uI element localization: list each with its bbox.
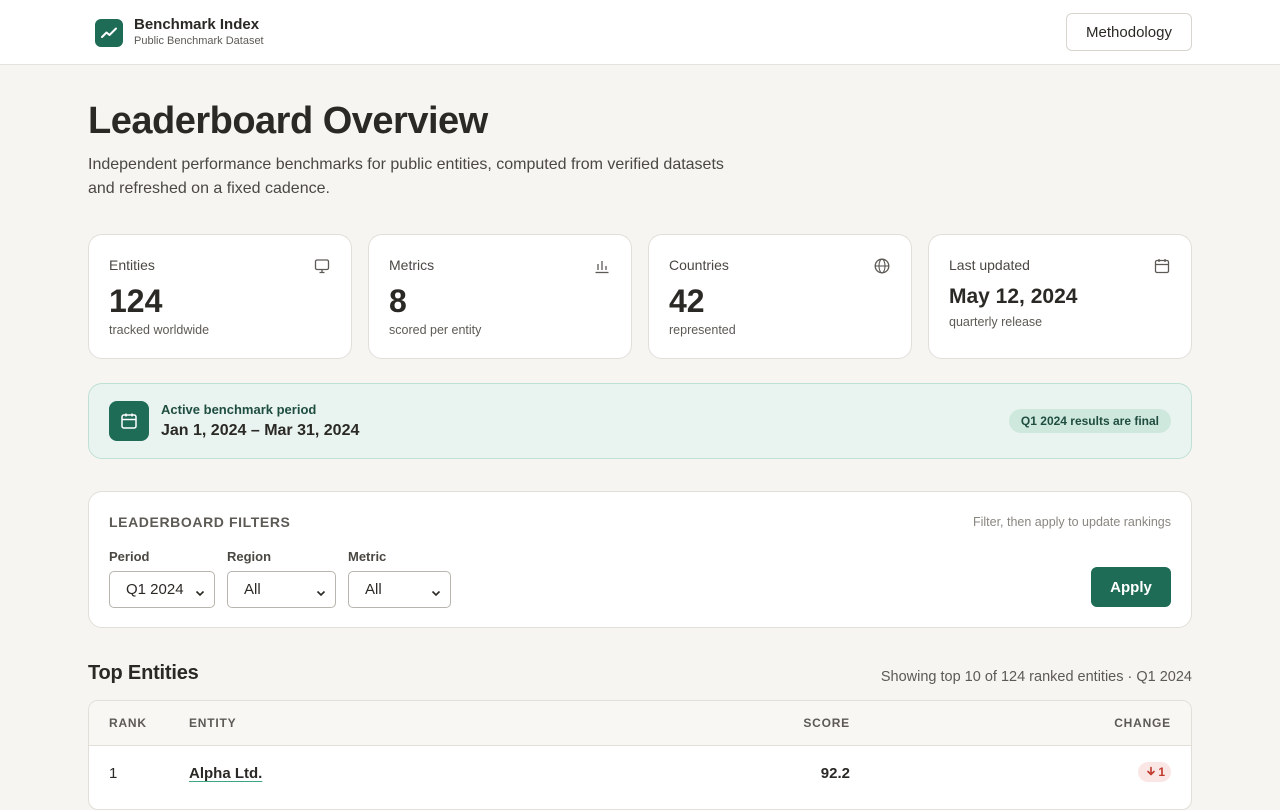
brand[interactable]: Benchmark Index Public Benchmark Dataset [95, 17, 264, 49]
leaderboard-table: RANK ENTITY SCORE CHANGE 1 Alpha Ltd. 92… [88, 700, 1192, 810]
column-header-entity[interactable]: ENTITY [189, 716, 236, 730]
calendar-icon [1153, 257, 1171, 275]
stat-card-metrics: Metrics 8 scored per entity [368, 234, 632, 359]
brand-title: Benchmark Index [134, 16, 260, 33]
stat-label: Metrics [389, 257, 435, 273]
monitor-icon [313, 257, 331, 275]
period-label: Active benchmark period [161, 402, 317, 417]
period-filter: Period Q1 2024 [109, 549, 215, 608]
arrow-down-icon [1146, 765, 1156, 779]
region-select[interactable]: All [227, 571, 336, 608]
chevron-down-icon [195, 585, 205, 597]
column-header-change[interactable]: CHANGE [1114, 716, 1171, 730]
page-title: Leaderboard Overview [88, 100, 488, 142]
score-cell: 92.2 [820, 765, 850, 782]
metric-select-value: All [365, 581, 382, 598]
leaderboard-filters: LEADERBOARD FILTERS Filter, then apply t… [88, 491, 1192, 628]
page-description: Independent performance benchmarks for p… [88, 156, 724, 197]
stat-value: 124 [109, 283, 163, 319]
region-filter-label: Region [227, 549, 272, 564]
stat-subtext: quarterly release [949, 315, 1043, 329]
stat-subtext: represented [669, 323, 736, 337]
brand-subtitle: Public Benchmark Dataset [134, 35, 264, 47]
stat-value: 8 [389, 283, 407, 319]
stat-card-last-updated: Last updated May 12, 2024 quarterly rele… [928, 234, 1192, 359]
chevron-down-icon [316, 585, 326, 597]
chevron-down-icon [431, 585, 441, 597]
period-select-value: Q1 2024 [126, 581, 184, 598]
stat-value: May 12, 2024 [949, 285, 1078, 308]
methodology-button[interactable]: Methodology [1066, 13, 1192, 51]
results-summary: Showing top 10 of 124 ranked entities · … [880, 669, 1192, 685]
region-filter: Region All [227, 549, 336, 608]
globe-icon [873, 257, 891, 275]
apply-button[interactable]: Apply [1091, 567, 1171, 607]
change-badge: 1 [1138, 762, 1171, 782]
stat-label: Last updated [949, 257, 1030, 273]
active-period-banner: Active benchmark period Jan 1, 2024 – Ma… [88, 383, 1192, 459]
stat-label: Entities [109, 257, 155, 273]
stat-card-countries: Countries 42 represented [648, 234, 912, 359]
trend-line-icon [95, 19, 123, 47]
stat-subtext: scored per entity [389, 323, 482, 337]
filters-title: LEADERBOARD FILTERS [109, 514, 291, 530]
table-header: RANK ENTITY SCORE CHANGE [89, 701, 1191, 746]
calendar-icon [109, 401, 149, 441]
period-select[interactable]: Q1 2024 [109, 571, 215, 608]
top-bar: Benchmark Index Public Benchmark Dataset… [0, 0, 1280, 65]
metric-filter: Metric All [348, 549, 451, 608]
metric-filter-label: Metric [348, 549, 387, 564]
period-dates: Jan 1, 2024 – Mar 31, 2024 [161, 422, 360, 439]
stat-card-entities: Entities 124 tracked worldwide [88, 234, 352, 359]
entity-link[interactable]: Alpha Ltd. [189, 765, 262, 782]
table-row[interactable]: 1 Alpha Ltd. 92.2 1 [89, 746, 1191, 800]
bar-chart-icon [593, 257, 611, 275]
stat-label: Countries [669, 257, 729, 273]
stat-value: 42 [669, 283, 705, 319]
stat-subtext: tracked worldwide [109, 323, 210, 337]
change-value: 1 [1158, 765, 1165, 779]
filters-hint: Filter, then apply to update rankings [972, 515, 1171, 529]
section-title: Top Entities [88, 662, 199, 684]
rank-cell: 1 [109, 765, 118, 782]
status-badge: Q1 2024 results are final [1008, 409, 1171, 433]
period-filter-label: Period [109, 549, 150, 564]
column-header-score[interactable]: SCORE [803, 716, 850, 730]
metric-select[interactable]: All [348, 571, 451, 608]
region-select-value: All [244, 581, 261, 598]
column-header-rank[interactable]: RANK [109, 716, 147, 730]
